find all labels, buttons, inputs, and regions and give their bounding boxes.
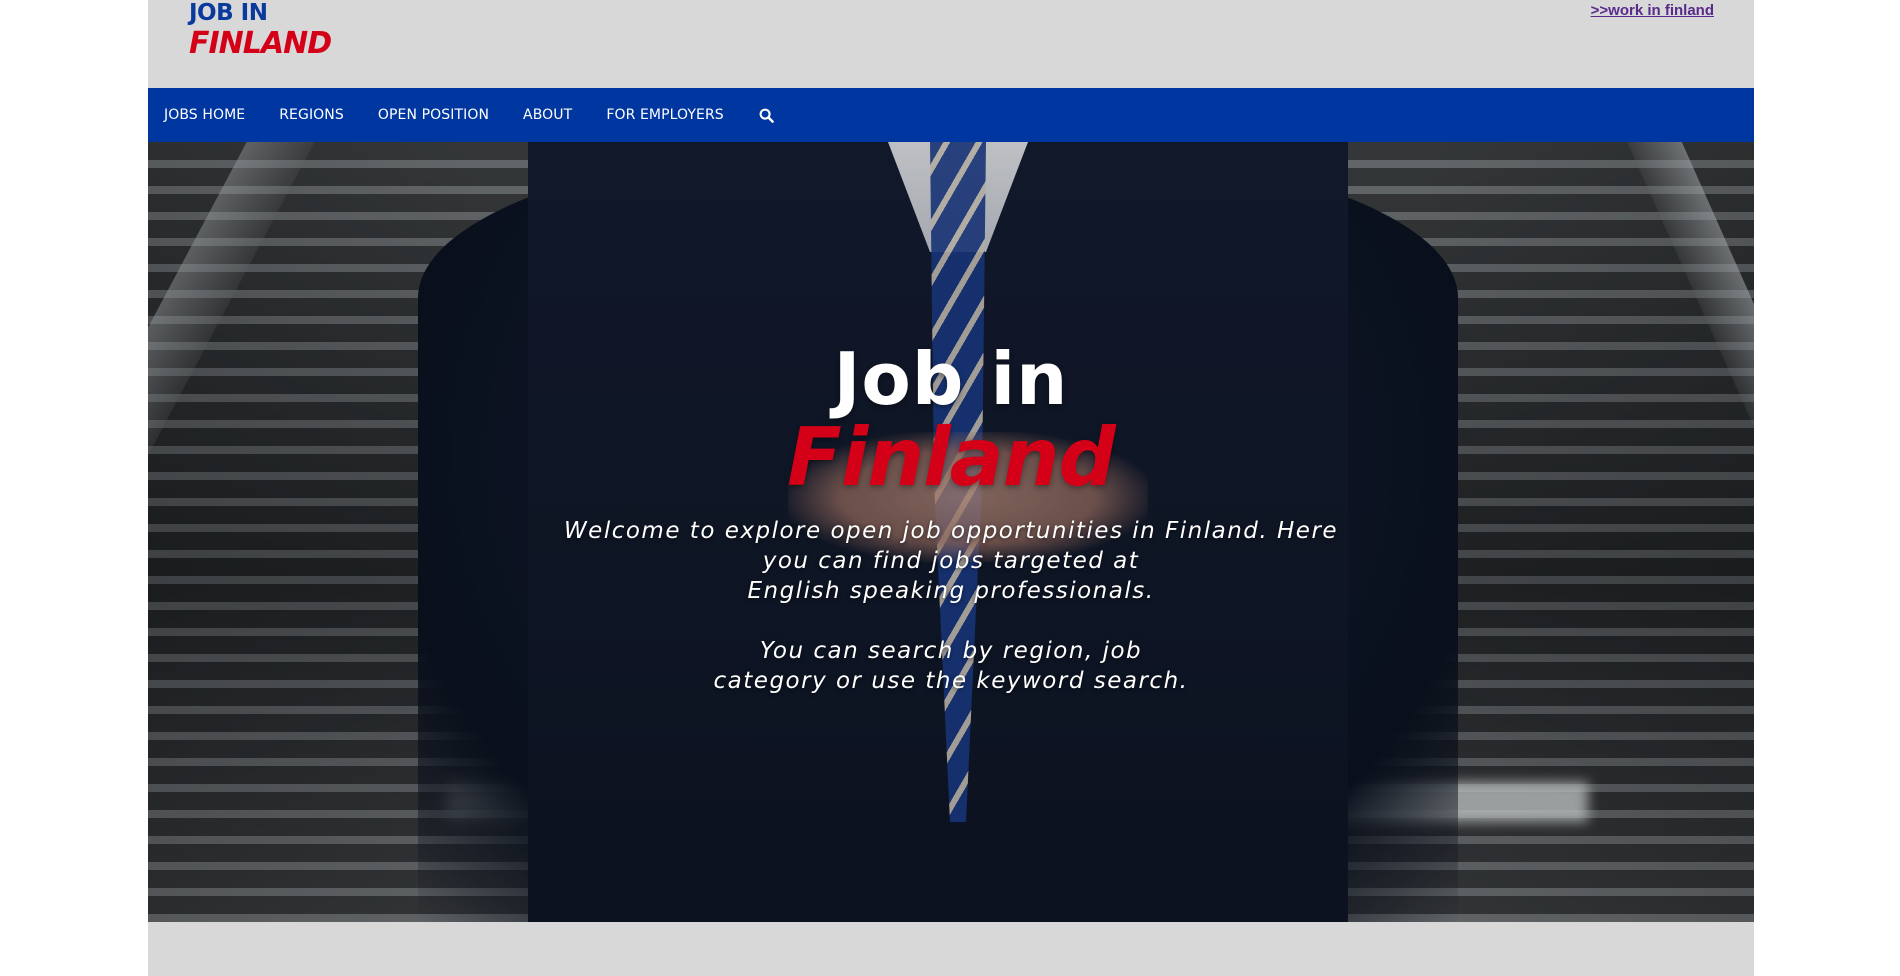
hero-banner: Job in Finland Welcome to explore open j… [148, 142, 1754, 922]
nav-item-open-position[interactable]: OPEN POSITION [361, 88, 506, 142]
logo-line2: FINLAND [189, 26, 332, 61]
hero-desc-line: English speaking professionals. [747, 577, 1155, 604]
logo-line1: JOB IN [189, 0, 268, 26]
hero-desc-gap [541, 606, 1361, 636]
hero-description: Welcome to explore open job opportunitie… [541, 516, 1361, 696]
header: JOB IN FINLAND >>work in finland [148, 0, 1754, 88]
nav-item-regions[interactable]: REGIONS [262, 88, 361, 142]
hero-text: Job in Finland Welcome to explore open j… [148, 337, 1754, 696]
page-container: JOB IN FINLAND >>work in finland JOBS HO… [148, 0, 1754, 976]
site-logo[interactable]: JOB IN FINLAND [189, 0, 332, 61]
hero-desc-line: category or use the keyword search. [713, 667, 1189, 694]
hero-desc-line: You can search by region, job [759, 637, 1143, 664]
work-in-finland-link[interactable]: >>work in finland [1591, 2, 1714, 19]
search-icon[interactable] [758, 88, 776, 142]
nav-item-jobs-home[interactable]: JOBS HOME [148, 88, 262, 142]
hero-desc-line: you can find jobs targeted at [762, 547, 1140, 574]
main-nav: JOBS HOME REGIONS OPEN POSITION ABOUT FO… [148, 88, 1754, 142]
hero-title-line1: Job in [833, 337, 1069, 421]
nav-item-about[interactable]: ABOUT [506, 88, 589, 142]
hero-title-line2: Finland [787, 410, 1116, 504]
nav-item-for-employers[interactable]: FOR EMPLOYERS [589, 88, 740, 142]
hero-desc-line: Welcome to explore open job opportunitie… [563, 517, 1339, 544]
